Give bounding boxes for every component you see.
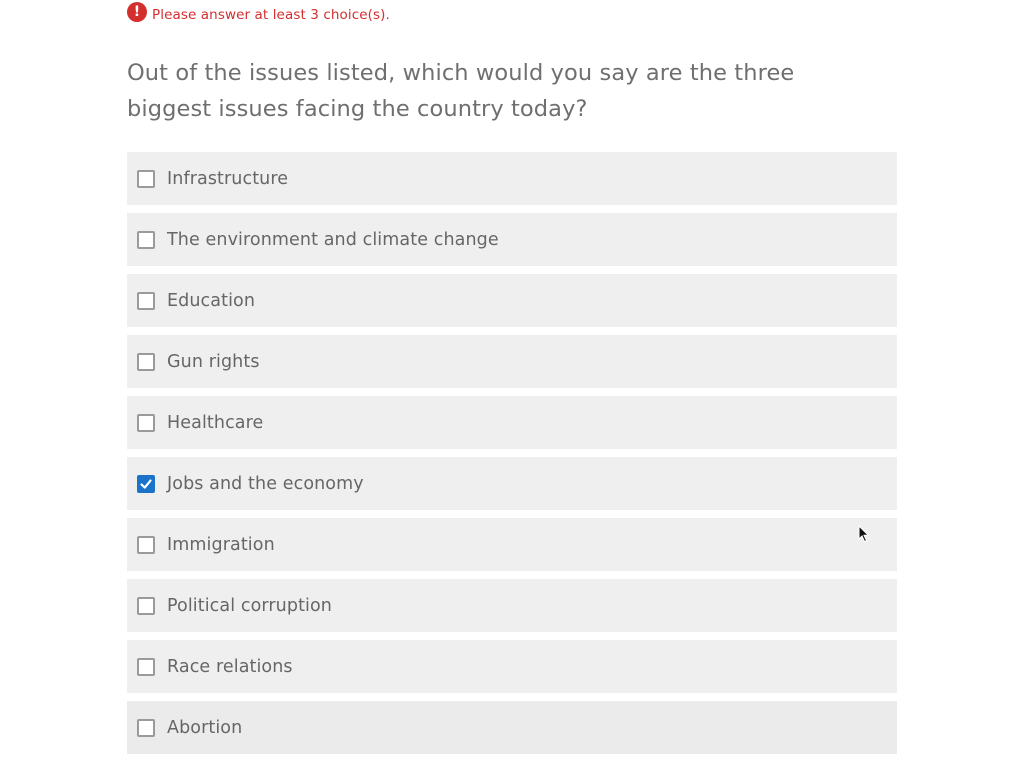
option-label: Education: [167, 290, 256, 311]
checkbox[interactable]: [137, 352, 155, 371]
option-label: Political corruption: [167, 595, 332, 616]
question-title: Out of the issues listed, which would yo…: [127, 60, 795, 122]
option-label: Immigration: [167, 534, 275, 555]
option-education[interactable]: Education: [127, 274, 897, 327]
option-political-corruption[interactable]: Political corruption: [127, 579, 897, 632]
option-gun-rights[interactable]: Gun rights: [127, 335, 897, 388]
option-infrastructure[interactable]: Infrastructure: [127, 152, 897, 205]
option-environment-climate-change[interactable]: The environment and climate change: [127, 213, 897, 266]
checkbox-checked[interactable]: [137, 474, 155, 493]
checkmark-icon: [140, 478, 152, 489]
checkbox[interactable]: [137, 535, 155, 554]
checkbox[interactable]: [137, 718, 155, 737]
checkbox[interactable]: [137, 657, 155, 676]
option-healthcare[interactable]: Healthcare: [127, 396, 897, 449]
option-label: Abortion: [167, 717, 243, 738]
validation-error: ! Please answer at least 3 choice(s).: [127, 1, 390, 23]
option-race-relations[interactable]: Race relations: [127, 640, 897, 693]
checkbox[interactable]: [137, 169, 155, 188]
option-label: Healthcare: [167, 412, 264, 433]
error-message: Please answer at least 3 choice(s).: [152, 7, 390, 23]
exclamation-circle-icon: !: [127, 2, 147, 22]
option-immigration[interactable]: Immigration: [127, 518, 897, 571]
option-abortion[interactable]: Abortion: [127, 701, 897, 754]
checkbox[interactable]: [137, 596, 155, 615]
checkbox[interactable]: [137, 291, 155, 310]
checkbox[interactable]: [137, 413, 155, 432]
option-label: Infrastructure: [167, 168, 289, 189]
checkbox[interactable]: [137, 230, 155, 249]
options-list: Infrastructure The environment and clima…: [127, 152, 897, 762]
mouse-pointer-icon: [858, 525, 870, 543]
option-label: The environment and climate change: [167, 229, 499, 250]
option-label: Jobs and the economy: [167, 473, 364, 494]
option-label: Race relations: [167, 656, 293, 677]
survey-page: ! Please answer at least 3 choice(s). Ou…: [0, 0, 1024, 768]
option-label: Gun rights: [167, 351, 260, 372]
option-jobs-economy[interactable]: Jobs and the economy: [127, 457, 897, 510]
